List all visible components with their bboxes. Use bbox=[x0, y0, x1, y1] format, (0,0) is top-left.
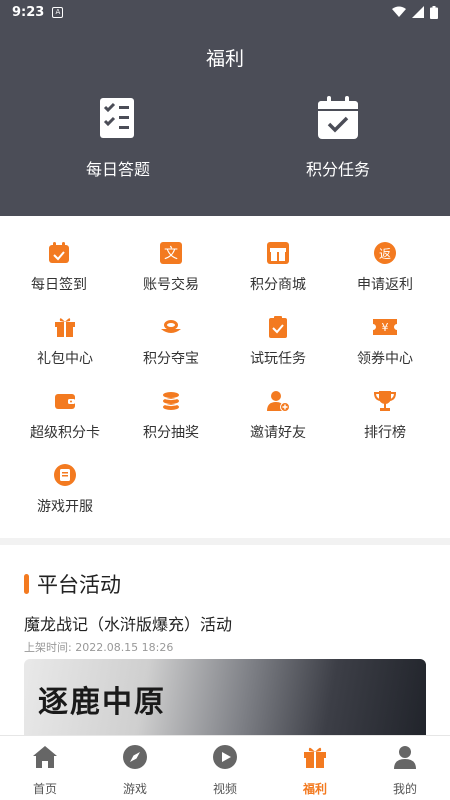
tab-label: 视频 bbox=[212, 782, 237, 796]
mall-icon bbox=[267, 242, 289, 264]
daily-quiz-label: 每日答题 bbox=[85, 160, 150, 179]
svg-text:文: 文 bbox=[164, 246, 178, 262]
title-accent-bar bbox=[24, 574, 29, 594]
quiz-clipboard-icon bbox=[100, 98, 134, 138]
grid-label: 积分商城 bbox=[250, 277, 306, 293]
treasure-icon bbox=[161, 320, 181, 333]
grid-label: 礼包中心 bbox=[37, 351, 93, 367]
grid-label: 每日签到 bbox=[31, 277, 87, 293]
grid-item-wallet-card[interactable]: 超级积分卡 bbox=[9, 388, 121, 442]
server-icon bbox=[54, 464, 76, 486]
grid-label: 排行榜 bbox=[364, 425, 406, 441]
tab-label: 首页 bbox=[32, 782, 57, 796]
grid-item-trade[interactable]: 文 账号交易 bbox=[115, 240, 227, 294]
feature-grid: 每日签到 文 账号交易 积分商城 返 申请返利 礼包中心 积分夺宝 试玩任务 ¥… bbox=[0, 216, 450, 538]
grid-item-rebate[interactable]: 返 申请返利 bbox=[329, 240, 441, 294]
activity-time: 上架时间: 2022.08.15 18:26 bbox=[24, 641, 174, 654]
grid-item-mall[interactable]: 积分商城 bbox=[222, 240, 334, 294]
status-icons bbox=[392, 5, 438, 19]
signin-icon bbox=[49, 242, 69, 263]
svg-text:返: 返 bbox=[379, 247, 391, 261]
activity-name[interactable]: 魔龙战记（水浒版爆充）活动 bbox=[24, 611, 232, 635]
welfare-header: 福利 每日答题 积分任务 bbox=[0, 24, 450, 216]
grid-item-ranking[interactable]: 排行榜 bbox=[329, 388, 441, 442]
grid-item-treasure[interactable]: 积分夺宝 bbox=[115, 314, 227, 368]
tab-label: 福利 bbox=[302, 782, 327, 796]
user-icon bbox=[394, 746, 416, 769]
tab-video[interactable]: 视频 bbox=[180, 736, 270, 800]
gift-icon bbox=[304, 747, 326, 768]
grid-label: 积分夺宝 bbox=[143, 351, 199, 367]
rebate-icon: 返 bbox=[374, 242, 396, 264]
compass-icon bbox=[123, 745, 147, 769]
home-icon bbox=[33, 746, 57, 768]
grid-label: 领券中心 bbox=[357, 351, 413, 367]
section-title-text: 平台活动 bbox=[37, 573, 121, 597]
wifi-icon bbox=[392, 6, 406, 17]
signal-icon bbox=[412, 6, 424, 18]
grid-item-coupon[interactable]: ¥ 领券中心 bbox=[329, 314, 441, 368]
grid-label: 申请返利 bbox=[357, 277, 413, 293]
grid-label: 游戏开服 bbox=[37, 499, 93, 515]
wallet-card-icon bbox=[55, 394, 75, 409]
calendar-check-icon bbox=[318, 96, 358, 139]
coupon-icon: ¥ bbox=[373, 319, 397, 335]
play-icon bbox=[213, 745, 237, 769]
tab-label: 我的 bbox=[392, 782, 417, 796]
grid-item-invite[interactable]: 邀请好友 bbox=[222, 388, 334, 442]
tab-games[interactable]: 游戏 bbox=[90, 736, 180, 800]
grid-item-server[interactable]: 游戏开服 bbox=[9, 462, 121, 516]
bottom-tab-bar: 首页 游戏 视频 福利 我的 bbox=[0, 735, 450, 800]
points-task-label: 积分任务 bbox=[305, 160, 370, 179]
grid-item-signin[interactable]: 每日签到 bbox=[3, 240, 115, 294]
status-time: 9:23 bbox=[12, 4, 45, 20]
trophy-icon bbox=[373, 391, 397, 411]
trial-task-icon bbox=[269, 316, 287, 338]
grid-label: 试玩任务 bbox=[250, 351, 306, 367]
tab-home[interactable]: 首页 bbox=[0, 736, 90, 800]
tab-label: 游戏 bbox=[122, 782, 147, 796]
page-title: 福利 bbox=[205, 48, 244, 70]
grid-label: 邀请好友 bbox=[250, 425, 306, 441]
grid-label: 账号交易 bbox=[143, 277, 199, 293]
platform-activity-section: 平台活动 魔龙战记（水浒版爆充）活动 上架时间: 2022.08.15 18:2… bbox=[0, 545, 450, 749]
invite-icon bbox=[267, 391, 290, 412]
gift-icon bbox=[55, 318, 75, 337]
section-title: 平台活动 bbox=[24, 569, 121, 599]
banner-text: 逐鹿中原 bbox=[38, 685, 166, 720]
grid-label: 超级积分卡 bbox=[30, 425, 100, 441]
trade-icon: 文 bbox=[160, 242, 182, 264]
daily-quiz-button[interactable]: 每日答题 bbox=[38, 96, 198, 180]
tab-mine[interactable]: 我的 bbox=[360, 736, 450, 800]
tab-welfare[interactable]: 福利 bbox=[270, 736, 360, 800]
grid-label: 积分抽奖 bbox=[143, 425, 199, 441]
points-task-button[interactable]: 积分任务 bbox=[258, 96, 418, 180]
notification-icon: A bbox=[52, 6, 64, 18]
grid-item-lottery[interactable]: 积分抽奖 bbox=[115, 388, 227, 442]
lottery-icon bbox=[162, 392, 180, 410]
battery-icon bbox=[430, 5, 438, 19]
svg-text:¥: ¥ bbox=[382, 321, 389, 334]
grid-item-gift[interactable]: 礼包中心 bbox=[9, 314, 121, 368]
status-bar: 9:23 A bbox=[0, 0, 450, 24]
grid-item-trial-task[interactable]: 试玩任务 bbox=[222, 314, 334, 368]
